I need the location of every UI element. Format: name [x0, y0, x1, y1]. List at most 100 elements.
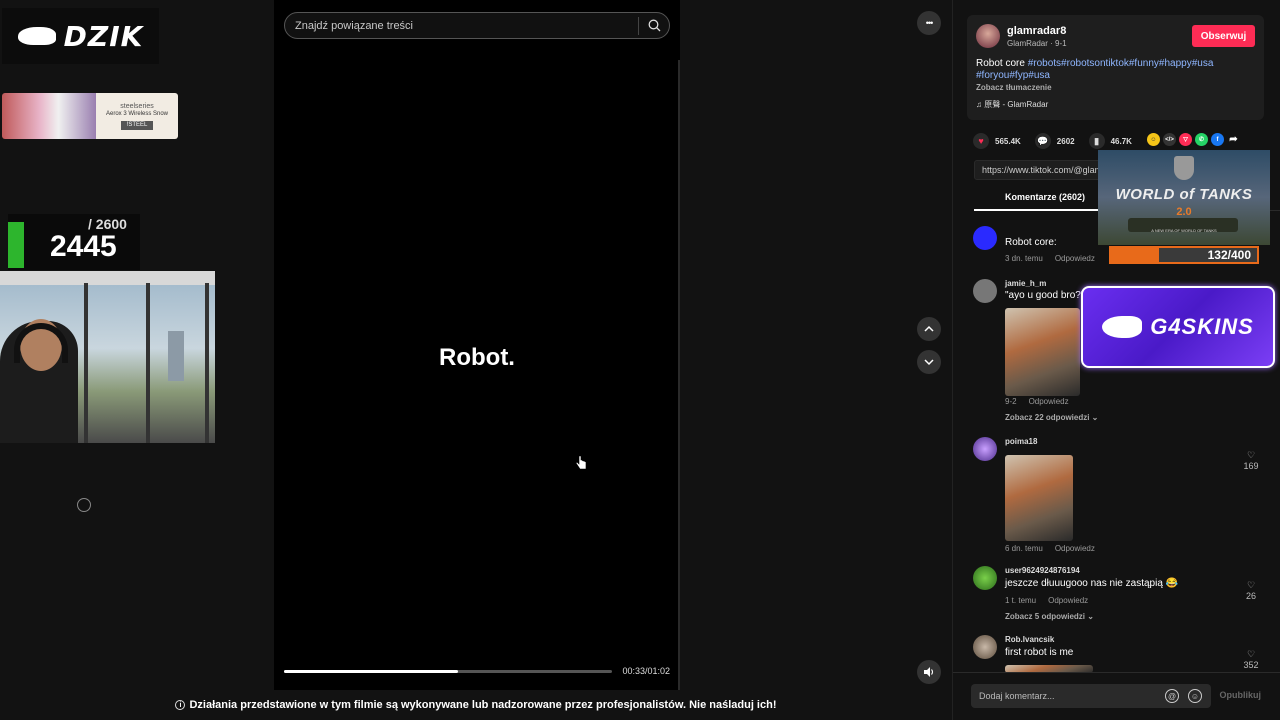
disclaimer: i Działania przedstawione w tym filmie s…: [0, 690, 952, 720]
video-time: 00:33/01:02: [622, 666, 670, 676]
comment-text: "ayo u good bro?": [1005, 290, 1085, 301]
mouse-image: [2, 93, 96, 139]
comment-image[interactable]: [1005, 455, 1073, 541]
like-count: 169: [1243, 461, 1259, 471]
dzik-logo-text: DZIK: [63, 19, 144, 53]
bookmark-icon[interactable]: ▮: [1088, 133, 1105, 149]
comment-like[interactable]: ♡ 26: [1239, 580, 1263, 601]
comments-count: 2602: [1056, 136, 1075, 146]
webcam-feed: [0, 271, 215, 443]
follow-button[interactable]: Obserwuj: [1192, 25, 1255, 47]
comment-icon[interactable]: 💬: [1034, 133, 1051, 149]
search-bar: [284, 12, 670, 39]
video-description: Robot core #robots#robotsontiktok#funny#…: [976, 58, 1256, 82]
reply-button[interactable]: Odpowiedz: [1055, 544, 1095, 553]
goal-bar-fill: [1111, 248, 1160, 262]
avatar[interactable]: [973, 437, 997, 461]
info-icon: i: [175, 700, 186, 710]
counter-bar: [8, 222, 24, 268]
wot-title: WORLD of TANKS: [1115, 186, 1253, 203]
comment-text: Robot core:: [1005, 237, 1057, 248]
comment-text: jeszcze dłuuugooo nas nie zastąpią 😂: [1005, 578, 1179, 589]
wot-version: 2.0: [1176, 206, 1192, 218]
comment-user[interactable]: jamie_h_m: [1005, 279, 1046, 288]
sponsor-cta: !STEEL: [120, 120, 154, 131]
desc-text: Robot core: [976, 58, 1028, 69]
sponsor-product: Aerox 3 Wireless Snow: [105, 110, 169, 117]
avatar[interactable]: [973, 226, 997, 250]
copy-link-field[interactable]: https://www.tiktok.com/@glamradar8: [974, 160, 1104, 180]
comment-meta: 6 dn. temu Odpowiedz: [1005, 544, 1095, 553]
more-icon: •••: [925, 18, 934, 28]
like-icon[interactable]: ♥: [973, 133, 989, 149]
video-caption: Robot.: [439, 344, 515, 371]
avatar[interactable]: [976, 24, 1000, 48]
mention-icon[interactable]: @: [1165, 689, 1179, 703]
more-options-button[interactable]: •••: [917, 11, 941, 35]
sub-counter: / 2600 2445: [8, 214, 140, 270]
share-icons: ☺ </> ▽ ✆ f ➦: [1147, 133, 1240, 146]
volume-button[interactable]: [917, 660, 941, 684]
avatar[interactable]: [973, 279, 997, 303]
comment-image[interactable]: [1005, 308, 1080, 396]
comment-input[interactable]: [971, 691, 1165, 701]
chevron-down-icon: [924, 359, 934, 366]
whatsapp-icon[interactable]: ✆: [1195, 133, 1208, 146]
previous-video-button[interactable]: [917, 317, 941, 341]
view-replies-button[interactable]: Zobacz 22 odpowiedzi ⌄: [1005, 413, 1098, 422]
reply-button[interactable]: Odpowiedz: [1055, 254, 1095, 263]
comment-like[interactable]: ♡ 169: [1239, 450, 1263, 471]
video-progress-fill: [284, 670, 458, 673]
search-icon: [648, 19, 660, 32]
avatar[interactable]: [973, 635, 997, 659]
disclaimer-text: Działania przedstawione w tym filmie są …: [189, 699, 777, 711]
world-of-tanks-ad: WORLD of TANKS 2.0 A NEW ERA OF WORLD OF…: [1098, 150, 1270, 245]
comment-text: first robot is me: [1005, 647, 1074, 658]
dzik-logo: DZIK: [2, 8, 159, 64]
author-name[interactable]: glamradar8: [1007, 25, 1066, 37]
music-link[interactable]: ♫ 原聲 - GlamRadar: [976, 99, 1048, 110]
loading-spinner-icon: [77, 498, 91, 512]
boar-icon: [17, 27, 56, 45]
wot-emblem-icon: [1174, 156, 1194, 180]
translate-link[interactable]: Zobacz tłumaczenie: [976, 83, 1052, 92]
reply-button[interactable]: Odpowiedz: [1048, 596, 1088, 605]
video-player[interactable]: Robot. 00:33/01:02: [274, 0, 680, 690]
like-count: 352: [1243, 660, 1259, 670]
next-video-button[interactable]: [917, 350, 941, 374]
emoji-icon[interactable]: ☺: [1188, 689, 1202, 703]
comment-like[interactable]: ♡ 352: [1239, 649, 1263, 670]
view-replies-button[interactable]: Zobacz 5 odpowiedzi ⌄: [1005, 612, 1094, 621]
volume-icon: [924, 667, 934, 677]
author-card: glamradar8 GlamRadar · 9-1 Obserwuj Robo…: [967, 15, 1264, 120]
video-progress[interactable]: [284, 670, 612, 673]
author-sub: GlamRadar · 9-1: [1007, 39, 1067, 48]
counter-current: 2445: [50, 230, 117, 263]
chevron-up-icon: [924, 325, 934, 332]
sponsor-brand: steelseries: [120, 102, 154, 110]
g4skins-ad: G4SKINS: [1081, 286, 1275, 368]
heart-icon: ♡: [1246, 450, 1256, 460]
search-button[interactable]: [639, 13, 669, 38]
comment-bar: @ ☺ Opublikuj: [953, 672, 1280, 720]
comment-user[interactable]: user9624924876194: [1005, 566, 1080, 575]
search-input[interactable]: [285, 19, 638, 32]
comment-user[interactable]: Rob.Ivancsik: [1005, 635, 1054, 644]
saves-count: 46.7K: [1110, 136, 1132, 146]
tab-comments[interactable]: Komentarze (2602): [1005, 192, 1085, 202]
goal-text: 132/400: [1207, 248, 1251, 262]
likes-count: 565.4K: [995, 136, 1021, 146]
reply-button[interactable]: Odpowiedz: [1029, 397, 1069, 406]
comment-user[interactable]: poima18: [1005, 437, 1037, 446]
embed-icon[interactable]: </>: [1163, 133, 1176, 146]
avatar[interactable]: [973, 566, 997, 590]
share-arrow-icon[interactable]: ➦: [1227, 133, 1240, 146]
send-icon[interactable]: ▽: [1179, 133, 1192, 146]
publish-button[interactable]: Opublikuj: [1220, 690, 1262, 700]
emoji-share-icon[interactable]: ☺: [1147, 133, 1160, 146]
goal-bar: 132/400: [1109, 246, 1259, 264]
facebook-icon[interactable]: f: [1211, 133, 1224, 146]
stats-row: ♥ 565.4K 💬 2602 ▮ 46.7K: [973, 133, 1132, 149]
hand-cursor-icon: [575, 455, 587, 470]
comment-meta: 1 t. temu Odpowiedz: [1005, 596, 1089, 605]
